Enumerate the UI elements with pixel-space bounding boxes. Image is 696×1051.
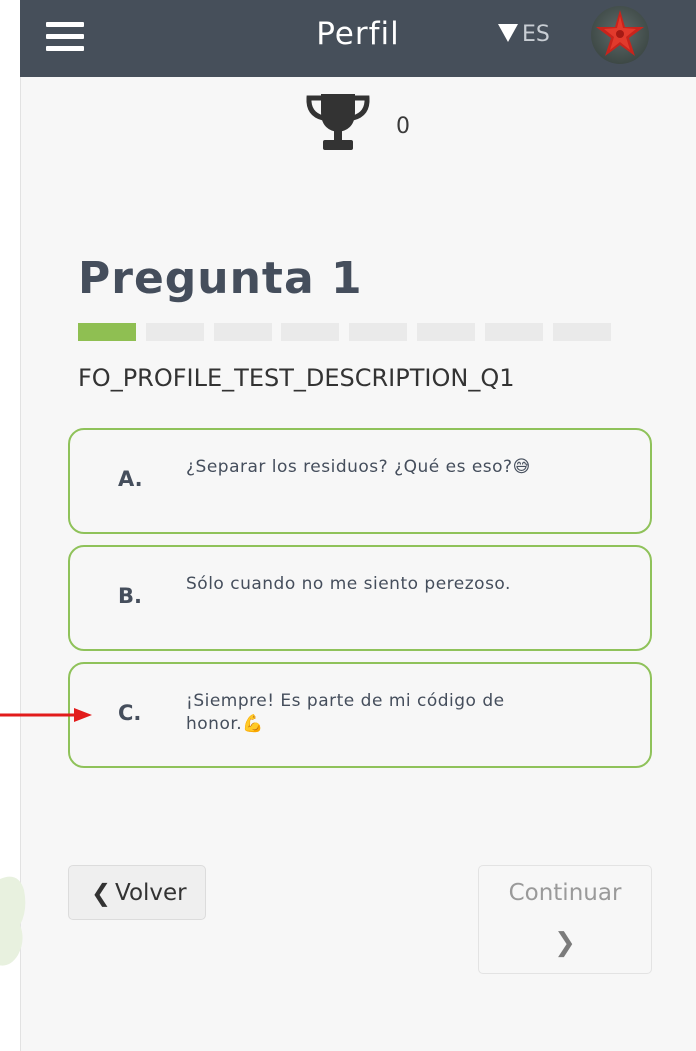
question-title: Pregunta 1 <box>78 253 363 304</box>
answer-option-b[interactable]: B. Sólo cuando no me siento perezoso. <box>68 545 652 651</box>
header-bar: Perfil ES <box>20 0 696 77</box>
option-letter: C. <box>118 701 142 725</box>
continue-button-label: Continuar <box>508 880 622 906</box>
progress-segment <box>485 323 543 341</box>
option-text: ¿Separar los residuos? ¿Qué es eso?😅 <box>186 457 531 477</box>
answer-option-a[interactable]: A. ¿Separar los residuos? ¿Qué es eso?😅 <box>68 428 652 534</box>
progress-segment <box>78 323 136 341</box>
answer-option-c[interactable]: C. ¡Siempre! Es parte de mi código de ho… <box>68 662 652 768</box>
progress-segment <box>553 323 611 341</box>
chevron-left-icon: ❮ <box>91 879 112 907</box>
option-text: Sólo cuando no me siento perezoso. <box>186 574 511 594</box>
back-button-label: Volver <box>115 880 187 906</box>
annotation-arrow-icon <box>0 708 92 722</box>
progress-segment <box>349 323 407 341</box>
progress-segment <box>146 323 204 341</box>
starfish-icon <box>596 10 644 56</box>
score-value: 0 <box>396 114 410 139</box>
language-code: ES <box>522 22 550 47</box>
progress-segment <box>214 323 272 341</box>
chevron-right-icon: ❯ <box>554 928 576 958</box>
triangle-down-icon <box>498 24 518 42</box>
avatar[interactable] <box>591 6 649 64</box>
trophy-icon <box>306 94 370 150</box>
option-letter: B. <box>118 584 142 608</box>
question-description: FO_PROFILE_TEST_DESCRIPTION_Q1 <box>78 364 515 392</box>
back-button[interactable]: ❮ Volver <box>68 865 206 920</box>
progress-segment <box>281 323 339 341</box>
background-decoration <box>0 876 26 966</box>
progress-segment <box>417 323 475 341</box>
option-letter: A. <box>118 467 143 491</box>
continue-button[interactable]: Continuar ❯ <box>478 865 652 974</box>
language-selector[interactable]: ES <box>498 22 550 47</box>
option-text: ¡Siempre! Es parte de mi código de honor… <box>186 691 505 734</box>
